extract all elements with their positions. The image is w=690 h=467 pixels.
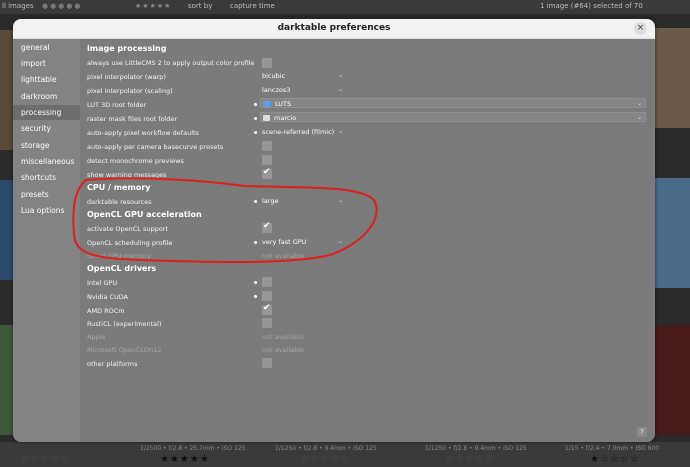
red-annotation-ellipse xyxy=(72,177,378,264)
